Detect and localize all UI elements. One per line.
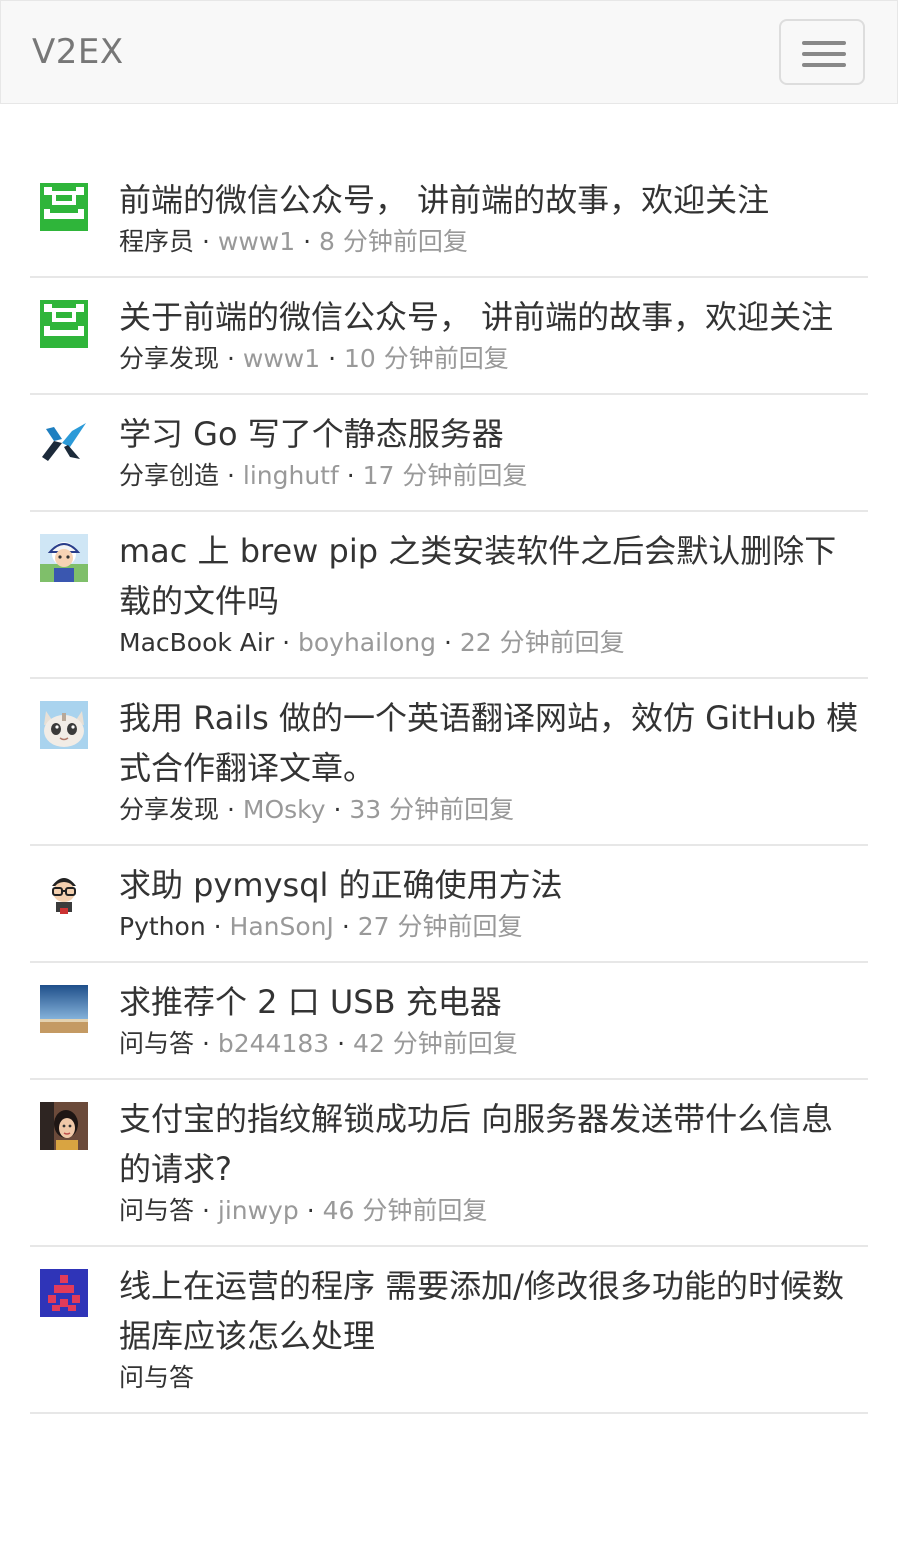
green-pixel-avatar-icon[interactable] <box>40 183 88 231</box>
topic-item: 求助 pymysql 的正确使用方法 Python · HanSonJ · 27… <box>30 846 868 963</box>
green-pixel-avatar-icon[interactable] <box>40 300 88 348</box>
blue-x-logo-avatar-icon[interactable] <box>40 417 88 465</box>
topic-item: 前端的微信公众号， 讲前端的故事，欢迎关注 程序员 · www1 · 8 分钟前… <box>30 161 868 278</box>
topic-title-link[interactable]: 求推荐个 2 口 USB 充电器 <box>119 977 864 1027</box>
topic-author-link[interactable]: HanSonJ <box>230 912 334 941</box>
topic-item: 我用 Rails 做的一个英语翻译网站，效仿 GitHub 模式合作翻译文章。 … <box>30 679 868 846</box>
topic-meta: 分享发现 · www1 · 10 分钟前回复 <box>119 342 864 376</box>
topic-body: 线上在运营的程序 需要添加/修改很多功能的时候数据库应该怎么处理 问与答 <box>119 1261 864 1395</box>
topic-body: 学习 Go 写了个静态服务器 分享创造 · linghutf · 17 分钟前回… <box>119 409 864 493</box>
topic-title-link[interactable]: 关于前端的微信公众号， 讲前端的故事，欢迎关注 <box>119 292 864 342</box>
meta-separator: · <box>328 344 344 373</box>
meta-separator: · <box>306 1196 323 1225</box>
topic-list: 前端的微信公众号， 讲前端的故事，欢迎关注 程序员 · www1 · 8 分钟前… <box>30 161 868 1414</box>
topic-reply-time: 8 分钟前回复 <box>318 227 468 256</box>
meta-separator: · <box>443 628 460 657</box>
topic-item: 线上在运营的程序 需要添加/修改很多功能的时候数据库应该怎么处理 问与答 <box>30 1247 868 1414</box>
hamburger-menu-icon <box>802 41 846 45</box>
landscape-photo-avatar-icon[interactable] <box>40 985 88 1033</box>
topic-node-link[interactable]: 程序员 <box>119 227 194 256</box>
topic-author-link[interactable]: linghutf <box>243 461 339 490</box>
topic-body: 关于前端的微信公众号， 讲前端的故事，欢迎关注 分享发现 · www1 · 10… <box>119 292 864 376</box>
meta-separator: · <box>201 1196 218 1225</box>
topic-item: 支付宝的指纹解锁成功后 向服务器发送带什么信息的请求? 问与答 · jinwyp… <box>30 1080 868 1247</box>
topic-node-link[interactable]: Python <box>119 912 206 941</box>
topic-author-link[interactable]: boyhailong <box>298 628 436 657</box>
topic-body: 求推荐个 2 口 USB 充电器 问与答 · b244183 · 42 分钟前回… <box>119 977 864 1061</box>
topic-meta: 问与答 · jinwyp · 46 分钟前回复 <box>119 1194 864 1228</box>
topic-item: 关于前端的微信公众号， 讲前端的故事，欢迎关注 分享发现 · www1 · 10… <box>30 278 868 395</box>
cat-avatar-icon[interactable] <box>40 701 88 749</box>
topic-title-link[interactable]: mac 上 brew pip 之类安装软件之后会默认删除下载的文件吗 <box>119 526 864 626</box>
meta-separator: · <box>201 227 218 256</box>
topic-author-link[interactable]: www1 <box>243 344 320 373</box>
topic-node-link[interactable]: 分享发现 <box>119 795 219 824</box>
topic-item: mac 上 brew pip 之类安装软件之后会默认删除下载的文件吗 MacBo… <box>30 512 868 679</box>
topic-meta: 分享创造 · linghutf · 17 分钟前回复 <box>119 459 864 493</box>
meta-separator: · <box>282 628 298 657</box>
topic-title-link[interactable]: 学习 Go 写了个静态服务器 <box>119 409 864 459</box>
meta-separator: · <box>213 912 230 941</box>
meta-separator: · <box>226 795 243 824</box>
meta-separator: · <box>201 1029 218 1058</box>
meta-separator: · <box>346 461 363 490</box>
topic-reply-time: 17 分钟前回复 <box>362 461 528 490</box>
navbar: V2EX <box>0 0 898 104</box>
glasses-character-avatar-icon[interactable] <box>40 868 88 916</box>
topic-body: 前端的微信公众号， 讲前端的故事，欢迎关注 程序员 · www1 · 8 分钟前… <box>119 175 864 259</box>
topic-meta: 程序员 · www1 · 8 分钟前回复 <box>119 225 864 259</box>
hamburger-menu-icon <box>802 63 846 67</box>
topic-title-link[interactable]: 求助 pymysql 的正确使用方法 <box>119 860 864 910</box>
topic-node-link[interactable]: 分享发现 <box>119 344 219 373</box>
topic-meta: 问与答 · b244183 · 42 分钟前回复 <box>119 1027 864 1061</box>
cartoon-person-avatar-icon[interactable] <box>40 534 88 582</box>
topic-item: 学习 Go 写了个静态服务器 分享创造 · linghutf · 17 分钟前回… <box>30 395 868 512</box>
topic-reply-time: 22 分钟前回复 <box>459 628 625 657</box>
menu-toggle-button[interactable] <box>779 19 865 85</box>
person-photo-avatar-icon[interactable] <box>40 1102 88 1150</box>
meta-separator: · <box>333 795 350 824</box>
meta-separator: · <box>341 912 358 941</box>
topic-meta: 分享发现 · MOsky · 33 分钟前回复 <box>119 793 864 827</box>
topic-body: mac 上 brew pip 之类安装软件之后会默认删除下载的文件吗 MacBo… <box>119 526 864 660</box>
topic-title-link[interactable]: 我用 Rails 做的一个英语翻译网站，效仿 GitHub 模式合作翻译文章。 <box>119 693 864 793</box>
hamburger-menu-icon <box>802 52 846 56</box>
meta-separator: · <box>337 1029 354 1058</box>
topic-item: 求推荐个 2 口 USB 充电器 问与答 · b244183 · 42 分钟前回… <box>30 963 868 1080</box>
topic-reply-time: 33 分钟前回复 <box>349 795 515 824</box>
topic-body: 求助 pymysql 的正确使用方法 Python · HanSonJ · 27… <box>119 860 864 944</box>
topic-node-link[interactable]: 分享创造 <box>119 461 219 490</box>
topic-reply-time: 27 分钟前回复 <box>357 912 523 941</box>
topic-title-link[interactable]: 前端的微信公众号， 讲前端的故事，欢迎关注 <box>119 175 864 225</box>
topic-author-link[interactable]: MOsky <box>243 795 326 824</box>
topic-node-link[interactable]: 问与答 <box>119 1029 194 1058</box>
topic-title-link[interactable]: 线上在运营的程序 需要添加/修改很多功能的时候数据库应该怎么处理 <box>119 1261 864 1361</box>
topic-reply-time: 42 分钟前回复 <box>353 1029 518 1058</box>
topic-author-link[interactable]: www1 <box>218 227 295 256</box>
topic-meta: MacBook Air · boyhailong · 22 分钟前回复 <box>119 626 864 660</box>
meta-separator: · <box>226 461 243 490</box>
topic-node-link[interactable]: 问与答 <box>119 1363 194 1392</box>
topic-body: 我用 Rails 做的一个英语翻译网站，效仿 GitHub 模式合作翻译文章。 … <box>119 693 864 827</box>
topic-meta: Python · HanSonJ · 27 分钟前回复 <box>119 910 864 944</box>
brand-logo-link[interactable]: V2EX <box>32 31 124 73</box>
topic-body: 支付宝的指纹解锁成功后 向服务器发送带什么信息的请求? 问与答 · jinwyp… <box>119 1094 864 1228</box>
topic-title-link[interactable]: 支付宝的指纹解锁成功后 向服务器发送带什么信息的请求? <box>119 1094 864 1194</box>
topic-reply-time: 46 分钟前回复 <box>322 1196 488 1225</box>
meta-separator: · <box>226 344 243 373</box>
topic-author-link[interactable]: jinwyp <box>218 1196 299 1225</box>
blue-pixel-avatar-icon[interactable] <box>40 1269 88 1317</box>
topic-reply-time: 10 分钟前回复 <box>343 344 509 373</box>
topic-author-link[interactable]: b244183 <box>218 1029 329 1058</box>
topic-node-link[interactable]: 问与答 <box>119 1196 194 1225</box>
topic-node-link[interactable]: MacBook Air <box>119 628 274 657</box>
meta-separator: · <box>303 227 319 256</box>
topic-meta: 问与答 <box>119 1361 864 1395</box>
